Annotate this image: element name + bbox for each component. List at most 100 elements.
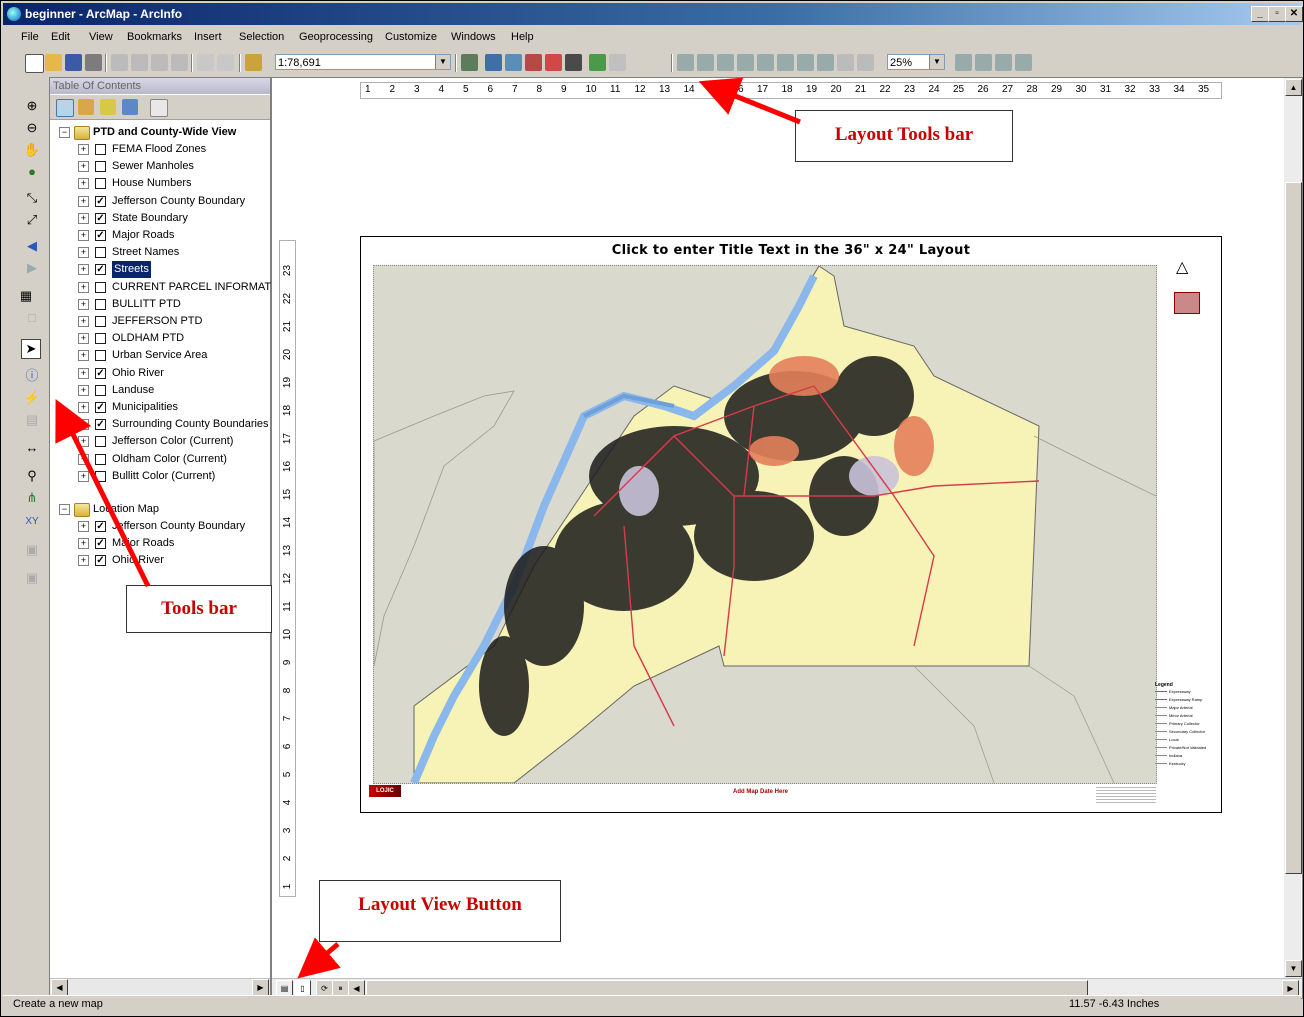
toc-horizontal-scrollbar[interactable]: ◀ ▶ — [50, 978, 270, 996]
add-data-icon[interactable] — [245, 54, 262, 71]
layer-visibility-checkbox[interactable] — [95, 384, 106, 396]
zoom-100-percent-icon[interactable] — [757, 54, 774, 71]
minimize-button[interactable]: _ — [1251, 6, 1269, 22]
close-button[interactable]: ✕ — [1285, 6, 1303, 22]
map-date-text[interactable]: Add Map Date Here — [733, 789, 788, 795]
menu-customize[interactable]: Customize — [385, 31, 437, 43]
toc-layer-row[interactable]: + Jefferson Color (Current) — [50, 433, 270, 450]
layer-label[interactable]: Municipalities — [112, 399, 178, 416]
layer-visibility-checkbox[interactable] — [95, 436, 106, 448]
layer-visibility-checkbox[interactable]: ✓ — [95, 521, 106, 532]
layer-visibility-checkbox[interactable] — [95, 281, 106, 293]
chevron-down-icon[interactable]: ▼ — [435, 55, 450, 69]
expand-icon[interactable]: + — [78, 419, 89, 431]
python-window-icon[interactable] — [565, 54, 582, 71]
zoom-out-icon[interactable]: ⊖ — [23, 119, 41, 137]
expand-icon[interactable]: + — [78, 436, 89, 448]
open-icon[interactable] — [45, 54, 62, 71]
toc-layer-row[interactable]: + ✓ Jefferson County Boundary — [50, 193, 270, 210]
options-icon[interactable] — [150, 99, 168, 117]
clear-selection-icon[interactable]: □ — [23, 309, 41, 327]
editor-icon[interactable] — [461, 54, 478, 71]
expand-icon[interactable]: + — [78, 281, 89, 293]
create-viewer-icon[interactable]: ▣ — [23, 569, 41, 587]
zoom-in-icon[interactable]: ⊕ — [23, 97, 41, 115]
chevron-down-icon[interactable]: ▼ — [929, 55, 944, 69]
layer-label[interactable]: CURRENT PARCEL INFORMATIC — [112, 279, 282, 296]
layer-visibility-checkbox[interactable]: ✓ — [95, 367, 106, 379]
layer-label[interactable]: Ohio River — [112, 552, 164, 569]
layer-label[interactable]: State Boundary — [112, 210, 188, 227]
list-by-selection-icon[interactable] — [122, 99, 138, 115]
expand-icon[interactable]: + — [78, 470, 89, 482]
map-scale-combo[interactable]: 1:78,691 ▼ — [275, 54, 451, 70]
time-slider-icon[interactable]: ▣ — [23, 541, 41, 559]
layer-label[interactable]: Surrounding County Boundaries — [112, 416, 269, 433]
menu-bookmarks[interactable]: Bookmarks — [127, 31, 182, 43]
zoom-whole-page-icon[interactable] — [737, 54, 754, 71]
layer-visibility-checkbox[interactable]: ✓ — [95, 419, 106, 431]
data-frame-map[interactable] — [373, 265, 1157, 784]
layer-visibility-checkbox[interactable] — [95, 470, 106, 482]
expand-icon[interactable]: + — [78, 538, 89, 550]
catalog-icon[interactable] — [505, 54, 522, 71]
expand-icon[interactable]: + — [78, 144, 89, 155]
print-icon[interactable] — [85, 54, 102, 71]
menu-selection[interactable]: Selection — [239, 31, 284, 43]
layer-label[interactable]: FEMA Flood Zones — [112, 141, 206, 158]
save-icon[interactable] — [65, 54, 82, 71]
toc-layer-row[interactable]: + ✓ Jefferson County Boundary — [50, 518, 270, 535]
layer-visibility-checkbox[interactable]: ✓ — [95, 555, 106, 567]
layer-visibility-checkbox[interactable]: ✓ — [95, 212, 106, 224]
layer-visibility-checkbox[interactable] — [95, 350, 106, 362]
layout-zoom-out-icon[interactable] — [697, 54, 714, 71]
new-map-icon[interactable] — [25, 54, 44, 73]
layer-visibility-checkbox[interactable]: ✓ — [95, 230, 106, 241]
forward-icon[interactable]: ▶ — [23, 259, 41, 277]
layer-visibility-checkbox[interactable] — [95, 453, 106, 465]
maximize-button[interactable]: ▫ — [1268, 6, 1286, 22]
arctoolbox-icon[interactable] — [545, 54, 562, 71]
scroll-right-icon[interactable]: ▶ — [252, 979, 269, 996]
layout-view[interactable]: 1 2 3 4 5 6 7 8 9 10 11 12 13 14 15 16 17 18 19 20 21 22 23 24 2… — [271, 77, 1303, 999]
toc-layer-row[interactable]: + ✓ Major Roads — [50, 535, 270, 552]
layout-page[interactable]: Click to enter Title Text in the 36" x 2… — [360, 236, 1222, 813]
toc-layer-row[interactable]: + ✓ Surrounding County Boundaries — [50, 416, 270, 433]
go-to-xy-icon[interactable]: XY — [23, 513, 41, 531]
toc-layer-row[interactable]: + Landuse — [50, 382, 270, 399]
redo-icon[interactable] — [217, 54, 234, 71]
list-by-drawing-order-icon[interactable] — [56, 99, 74, 117]
toc-layer-row[interactable]: + Oldham Color (Current) — [50, 451, 270, 468]
focus-data-frame-icon[interactable] — [975, 54, 992, 71]
fixed-zoom-in-icon[interactable]: ⤡ — [23, 189, 41, 207]
toc-group-location-map[interactable]: − Location Map — [50, 501, 270, 518]
copy-icon[interactable] — [131, 54, 148, 71]
layer-label[interactable]: Urban Service Area — [112, 347, 207, 364]
expand-icon[interactable]: + — [78, 521, 89, 532]
layer-label[interactable]: BULLITT PTD — [112, 296, 181, 313]
hyperlink-icon[interactable]: ⚡ — [23, 389, 41, 407]
layer-visibility-checkbox[interactable]: ✓ — [95, 195, 106, 207]
layer-visibility-checkbox[interactable]: ✓ — [95, 264, 106, 276]
toc-layer-row[interactable]: + Bullitt Color (Current) — [50, 468, 270, 485]
list-by-visibility-icon[interactable] — [100, 99, 116, 115]
fixed-zoom-out-icon[interactable] — [797, 54, 814, 71]
select-features-icon[interactable]: ▦ — [17, 287, 35, 305]
collapse-icon[interactable]: − — [59, 504, 70, 515]
page-title[interactable]: Click to enter Title Text in the 36" x 2… — [361, 243, 1221, 258]
layer-visibility-checkbox[interactable]: ✓ — [95, 402, 106, 413]
layer-visibility-checkbox[interactable]: ✓ — [95, 538, 106, 550]
layer-label[interactable]: Major Roads — [112, 227, 174, 244]
toc-layer-row[interactable]: + BULLITT PTD — [50, 296, 270, 313]
layer-label[interactable]: Major Roads — [112, 535, 174, 552]
toc-layer-row[interactable]: + ✓ Major Roads — [50, 227, 270, 244]
vertical-scroll-thumb[interactable] — [1285, 182, 1302, 874]
go-forward-extent-icon[interactable] — [837, 54, 854, 71]
menu-file[interactable]: File — [21, 31, 39, 43]
layer-label[interactable]: Sewer Manholes — [112, 158, 194, 175]
collapse-icon[interactable]: − — [59, 127, 70, 138]
menu-view[interactable]: View — [89, 31, 113, 43]
toc-layer-row[interactable]: + ✓ State Boundary — [50, 210, 270, 227]
layout-vertical-scrollbar[interactable]: ▲ ▼ — [1284, 78, 1302, 978]
expand-icon[interactable]: + — [78, 367, 89, 379]
